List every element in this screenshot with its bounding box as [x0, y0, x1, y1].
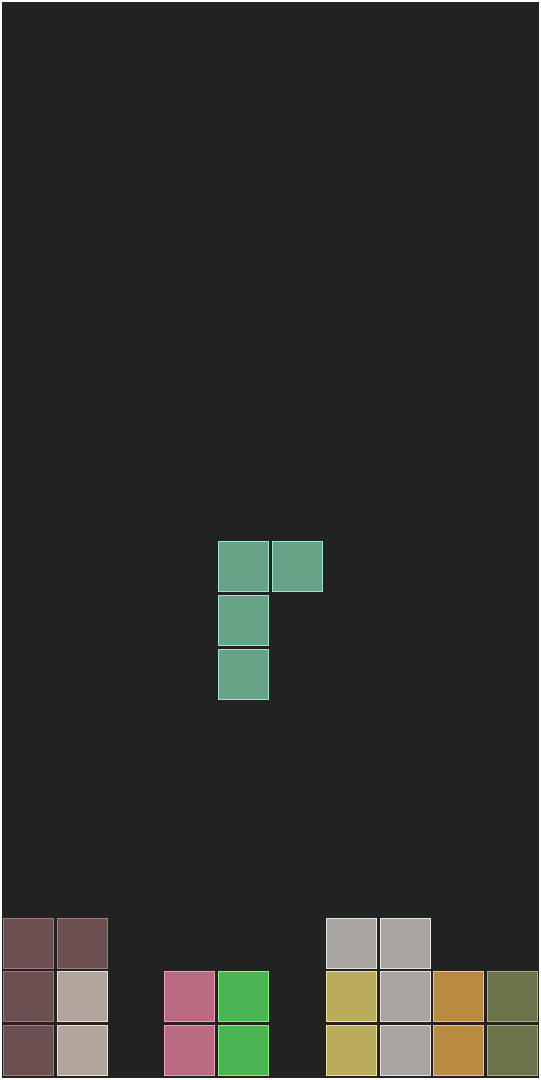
locked-block — [3, 1025, 54, 1077]
active-piece-block — [218, 594, 270, 646]
locked-block — [56, 1025, 108, 1077]
active-piece-block — [272, 541, 323, 592]
locked-block — [56, 917, 108, 969]
active-piece-block — [218, 648, 270, 700]
locked-block — [325, 917, 377, 969]
locked-block — [325, 971, 377, 1023]
locked-block — [218, 1025, 270, 1077]
locked-block — [325, 1025, 377, 1077]
locked-block — [487, 1025, 539, 1077]
locked-block — [164, 971, 216, 1023]
locked-block — [487, 971, 539, 1023]
locked-block — [164, 1025, 216, 1077]
locked-block — [218, 971, 270, 1023]
game-board[interactable] — [2, 2, 539, 1078]
locked-block — [379, 1025, 431, 1077]
locked-block — [379, 917, 431, 969]
locked-block — [3, 917, 54, 969]
locked-block — [379, 971, 431, 1023]
locked-block — [433, 971, 485, 1023]
locked-block — [56, 971, 108, 1023]
locked-block — [433, 1025, 485, 1077]
locked-block — [3, 971, 54, 1023]
active-piece-block — [218, 541, 270, 592]
